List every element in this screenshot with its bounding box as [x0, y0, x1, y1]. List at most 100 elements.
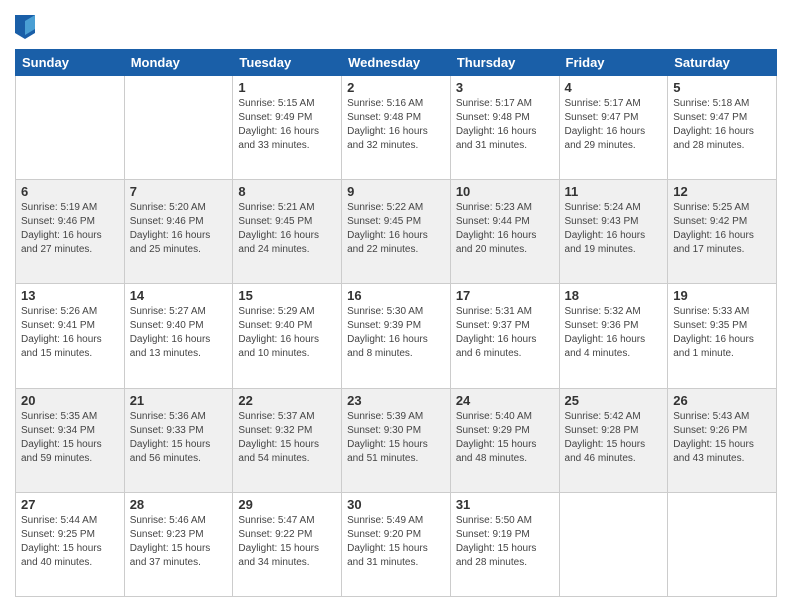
day-info: Sunrise: 5:15 AM Sunset: 9:49 PM Dayligh… — [238, 97, 336, 153]
day-cell — [124, 76, 233, 180]
day-number: 6 — [21, 184, 119, 199]
day-info: Sunrise: 5:21 AM Sunset: 9:45 PM Dayligh… — [238, 201, 336, 257]
day-cell: 5 Sunrise: 5:18 AM Sunset: 9:47 PM Daylig… — [668, 76, 777, 180]
calendar: SundayMondayTuesdayWednesdayThursdayFrid… — [15, 49, 777, 597]
day-info: Sunrise: 5:25 AM Sunset: 9:42 PM Dayligh… — [673, 201, 771, 257]
day-cell: 18 Sunrise: 5:32 AM Sunset: 9:36 PM Dayli… — [559, 284, 668, 388]
day-number: 27 — [21, 497, 119, 512]
day-cell: 7Sunrise: 5:20 AM Sunset: 9:46 PM Daylig… — [124, 180, 233, 284]
day-cell: 29 Sunrise: 5:47 AM Sunset: 9:22 PM Dayli… — [233, 492, 342, 596]
day-cell: 2Sunrise: 5:16 AM Sunset: 9:48 PM Daylig… — [342, 76, 451, 180]
day-info: Sunrise: 5:35 AM Sunset: 9:34 PM Dayligh… — [21, 410, 119, 466]
day-number: 31 — [456, 497, 554, 512]
day-number: 19 — [673, 288, 771, 303]
week-row-3: 13 Sunrise: 5:26 AM Sunset: 9:41 PM Dayli… — [16, 284, 777, 388]
weekday-header-thursday: Thursday — [450, 50, 559, 76]
day-info: Sunrise: 5:36 AM Sunset: 9:33 PM Dayligh… — [130, 410, 228, 466]
day-number: 18 — [565, 288, 663, 303]
day-info: Sunrise: 5:17 AM Sunset: 9:47 PM Dayligh… — [565, 97, 663, 153]
day-info: Sunrise: 5:18 AM Sunset: 9:47 PM Dayligh… — [673, 97, 771, 153]
day-cell: 16 Sunrise: 5:30 AM Sunset: 9:39 PM Dayli… — [342, 284, 451, 388]
day-number: 20 — [21, 393, 119, 408]
day-number: 25 — [565, 393, 663, 408]
day-info: Sunrise: 5:30 AM Sunset: 9:39 PM Dayligh… — [347, 305, 445, 361]
weekday-header-row: SundayMondayTuesdayWednesdayThursdayFrid… — [16, 50, 777, 76]
day-cell — [559, 492, 668, 596]
day-cell: 9Sunrise: 5:22 AM Sunset: 9:45 PM Daylig… — [342, 180, 451, 284]
weekday-header-friday: Friday — [559, 50, 668, 76]
day-cell: 14 Sunrise: 5:27 AM Sunset: 9:40 PM Dayli… — [124, 284, 233, 388]
day-number: 14 — [130, 288, 228, 303]
day-info: Sunrise: 5:37 AM Sunset: 9:32 PM Dayligh… — [238, 410, 336, 466]
weekday-header-saturday: Saturday — [668, 50, 777, 76]
day-cell: 12 Sunrise: 5:25 AM Sunset: 9:42 PM Dayli… — [668, 180, 777, 284]
day-number: 2 — [347, 80, 445, 95]
day-info: Sunrise: 5:49 AM Sunset: 9:20 PM Dayligh… — [347, 514, 445, 570]
day-info: Sunrise: 5:19 AM Sunset: 9:46 PM Dayligh… — [21, 201, 119, 257]
day-info: Sunrise: 5:32 AM Sunset: 9:36 PM Dayligh… — [565, 305, 663, 361]
day-cell: 28 Sunrise: 5:46 AM Sunset: 9:23 PM Dayli… — [124, 492, 233, 596]
day-number: 1 — [238, 80, 336, 95]
logo-icon — [15, 15, 35, 39]
weekday-header-tuesday: Tuesday — [233, 50, 342, 76]
day-number: 29 — [238, 497, 336, 512]
day-info: Sunrise: 5:40 AM Sunset: 9:29 PM Dayligh… — [456, 410, 554, 466]
day-cell: 8 Sunrise: 5:21 AM Sunset: 9:45 PM Daylig… — [233, 180, 342, 284]
day-number: 3 — [456, 80, 554, 95]
day-number: 5 — [673, 80, 771, 95]
day-cell — [668, 492, 777, 596]
day-cell: 6 Sunrise: 5:19 AM Sunset: 9:46 PM Daylig… — [16, 180, 125, 284]
day-cell: 31Sunrise: 5:50 AM Sunset: 9:19 PM Dayli… — [450, 492, 559, 596]
day-number: 28 — [130, 497, 228, 512]
day-info: Sunrise: 5:47 AM Sunset: 9:22 PM Dayligh… — [238, 514, 336, 570]
page: SundayMondayTuesdayWednesdayThursdayFrid… — [0, 0, 792, 612]
day-cell: 4Sunrise: 5:17 AM Sunset: 9:47 PM Daylig… — [559, 76, 668, 180]
day-cell: 10Sunrise: 5:23 AM Sunset: 9:44 PM Dayli… — [450, 180, 559, 284]
day-number: 16 — [347, 288, 445, 303]
day-cell: 25 Sunrise: 5:42 AM Sunset: 9:28 PM Dayli… — [559, 388, 668, 492]
day-info: Sunrise: 5:29 AM Sunset: 9:40 PM Dayligh… — [238, 305, 336, 361]
day-cell: 30 Sunrise: 5:49 AM Sunset: 9:20 PM Dayli… — [342, 492, 451, 596]
day-info: Sunrise: 5:20 AM Sunset: 9:46 PM Dayligh… — [130, 201, 228, 257]
day-cell: 3Sunrise: 5:17 AM Sunset: 9:48 PM Daylig… — [450, 76, 559, 180]
day-cell: 19 Sunrise: 5:33 AM Sunset: 9:35 PM Dayli… — [668, 284, 777, 388]
day-number: 13 — [21, 288, 119, 303]
day-number: 26 — [673, 393, 771, 408]
day-cell: 1 Sunrise: 5:15 AM Sunset: 9:49 PM Daylig… — [233, 76, 342, 180]
day-info: Sunrise: 5:33 AM Sunset: 9:35 PM Dayligh… — [673, 305, 771, 361]
day-cell: 26Sunrise: 5:43 AM Sunset: 9:26 PM Dayli… — [668, 388, 777, 492]
day-number: 30 — [347, 497, 445, 512]
day-info: Sunrise: 5:26 AM Sunset: 9:41 PM Dayligh… — [21, 305, 119, 361]
day-number: 21 — [130, 393, 228, 408]
day-cell: 27Sunrise: 5:44 AM Sunset: 9:25 PM Dayli… — [16, 492, 125, 596]
day-cell: 23Sunrise: 5:39 AM Sunset: 9:30 PM Dayli… — [342, 388, 451, 492]
day-number: 22 — [238, 393, 336, 408]
week-row-2: 6 Sunrise: 5:19 AM Sunset: 9:46 PM Daylig… — [16, 180, 777, 284]
day-number: 12 — [673, 184, 771, 199]
day-cell: 21 Sunrise: 5:36 AM Sunset: 9:33 PM Dayli… — [124, 388, 233, 492]
day-cell: 20 Sunrise: 5:35 AM Sunset: 9:34 PM Dayli… — [16, 388, 125, 492]
week-row-5: 27Sunrise: 5:44 AM Sunset: 9:25 PM Dayli… — [16, 492, 777, 596]
day-cell: 13 Sunrise: 5:26 AM Sunset: 9:41 PM Dayli… — [16, 284, 125, 388]
day-info: Sunrise: 5:27 AM Sunset: 9:40 PM Dayligh… — [130, 305, 228, 361]
weekday-header-sunday: Sunday — [16, 50, 125, 76]
day-cell — [16, 76, 125, 180]
header — [15, 15, 777, 39]
day-info: Sunrise: 5:42 AM Sunset: 9:28 PM Dayligh… — [565, 410, 663, 466]
day-number: 17 — [456, 288, 554, 303]
day-number: 8 — [238, 184, 336, 199]
day-cell: 15 Sunrise: 5:29 AM Sunset: 9:40 PM Dayli… — [233, 284, 342, 388]
day-number: 15 — [238, 288, 336, 303]
day-info: Sunrise: 5:31 AM Sunset: 9:37 PM Dayligh… — [456, 305, 554, 361]
day-number: 24 — [456, 393, 554, 408]
day-info: Sunrise: 5:24 AM Sunset: 9:43 PM Dayligh… — [565, 201, 663, 257]
day-cell: 22 Sunrise: 5:37 AM Sunset: 9:32 PM Dayli… — [233, 388, 342, 492]
day-number: 9 — [347, 184, 445, 199]
day-cell: 24 Sunrise: 5:40 AM Sunset: 9:29 PM Dayli… — [450, 388, 559, 492]
day-info: Sunrise: 5:39 AM Sunset: 9:30 PM Dayligh… — [347, 410, 445, 466]
logo — [15, 15, 39, 39]
day-number: 11 — [565, 184, 663, 199]
weekday-header-monday: Monday — [124, 50, 233, 76]
weekday-header-wednesday: Wednesday — [342, 50, 451, 76]
day-info: Sunrise: 5:46 AM Sunset: 9:23 PM Dayligh… — [130, 514, 228, 570]
